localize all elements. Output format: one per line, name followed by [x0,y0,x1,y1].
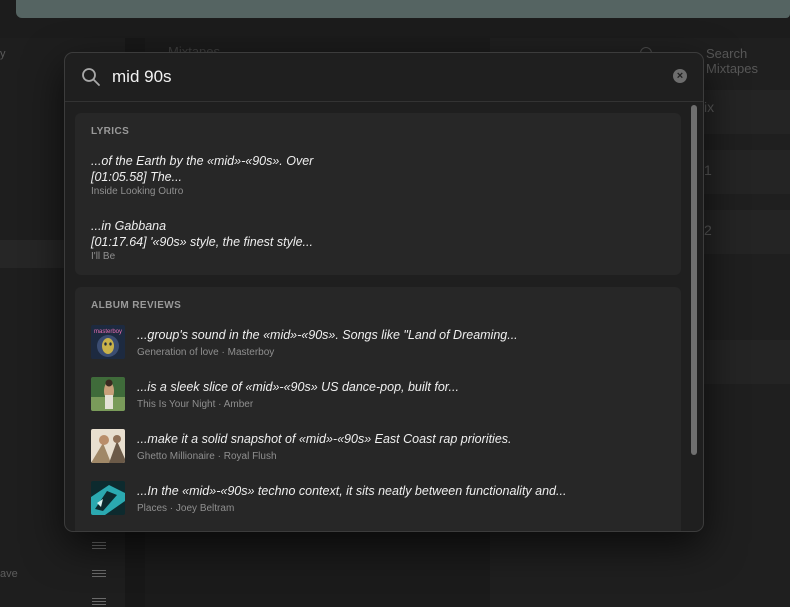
review-result[interactable]: ...In the «mid»-«90s» techno context, it… [91,481,671,517]
artist-name: Masterboy [227,347,275,358]
separator: · [169,503,174,514]
list-item-label: 1 [704,162,712,178]
section-title: ALBUM REVIEWS [91,300,182,311]
clear-search-icon[interactable]: × [673,69,687,83]
lyrics-section: LYRICS ...of the Earth by the «mid»-«90s… [75,113,681,275]
album-name: This Is Your Night [137,399,216,410]
search-popup: × LYRICS ...of the Earth by the «mid»-«9… [64,52,704,532]
separator: · [221,347,225,358]
cover-logo: masterboy [94,329,122,335]
album-cover: masterboy [91,325,125,359]
album-name: Ghetto Millionaire [137,451,215,462]
review-snippet: ...In the «mid»-«90s» techno context, it… [137,484,567,498]
list-item-label: 2 [704,222,712,238]
album-reviews-section: ALBUM REVIEWS masterboy ...group's sound… [75,287,681,531]
album-artist-line: Ghetto Millionaire · Royal Flush [137,451,277,462]
review-snippet: ...group's sound in the «mid»-«90s». Son… [137,328,518,342]
review-snippet: ...is a sleek slice of «mid»-«90s» US da… [137,380,459,394]
album-name: Generation of love [137,347,219,358]
separator: · [218,399,222,410]
separator: · [217,451,221,462]
search-input[interactable] [112,63,672,91]
album-cover [91,429,125,463]
lyric-result[interactable]: ...in Gabbana [01:17.64] '«90s» style, t… [91,218,651,262]
lyric-snippet: [01:05.58] The... [91,170,183,184]
list-item-label: ix [704,99,715,115]
drag-handle-icon[interactable] [92,598,106,605]
album-cover [91,481,125,515]
album-artist-line: Places · Joey Beltram [137,503,234,514]
lyric-snippet: [01:17.64] '«90s» style, the finest styl… [91,235,313,249]
review-result[interactable]: masterboy ...group's sound in the «mid»-… [91,325,671,361]
sidebar-label: y [0,48,6,60]
album-artist-line: Generation of love · Masterboy [137,347,274,358]
album-cover [91,377,125,411]
album-name: Places [137,503,168,514]
review-result[interactable]: ...is a sleek slice of «mid»-«90s» US da… [91,377,671,413]
review-snippet: ...make it a solid snapshot of «mid»-«90… [137,432,512,446]
album-artist-line: This Is Your Night · Amber [137,399,253,410]
app-toolbar [0,0,790,38]
results-scrollbar[interactable] [689,103,699,529]
list-row[interactable] [700,150,790,194]
track-name: Inside Looking Outro [91,186,184,197]
drag-handle-icon[interactable] [92,570,106,577]
lyric-snippet: ...in Gabbana [91,219,167,233]
artist-name: Joey Beltram [175,503,235,514]
artist-name: Amber [223,399,254,410]
list-row[interactable] [700,210,790,254]
scrollbar-thumb[interactable] [691,105,697,455]
search-results: LYRICS ...of the Earth by the «mid»-«90s… [65,101,703,531]
search-icon [82,68,100,86]
sidebar-label: ave [0,568,18,580]
list-row[interactable] [700,340,790,384]
review-result[interactable]: ...make it a solid snapshot of «mid»-«90… [91,429,671,465]
lyric-result[interactable]: ...of the Earth by the «mid»-«90s». Over… [91,153,651,197]
toolbar-accent-bar [16,0,790,18]
drag-handle-icon[interactable] [92,542,106,549]
artist-name: Royal Flush [223,451,277,462]
lyric-snippet: ...of the Earth by the «mid»-«90s». Over [91,154,314,168]
mixtape-search-field[interactable]: Search Mixtapes [706,46,790,76]
search-bar: × [65,53,703,102]
track-name: I'll Be [91,251,116,262]
section-title: LYRICS [91,126,130,137]
